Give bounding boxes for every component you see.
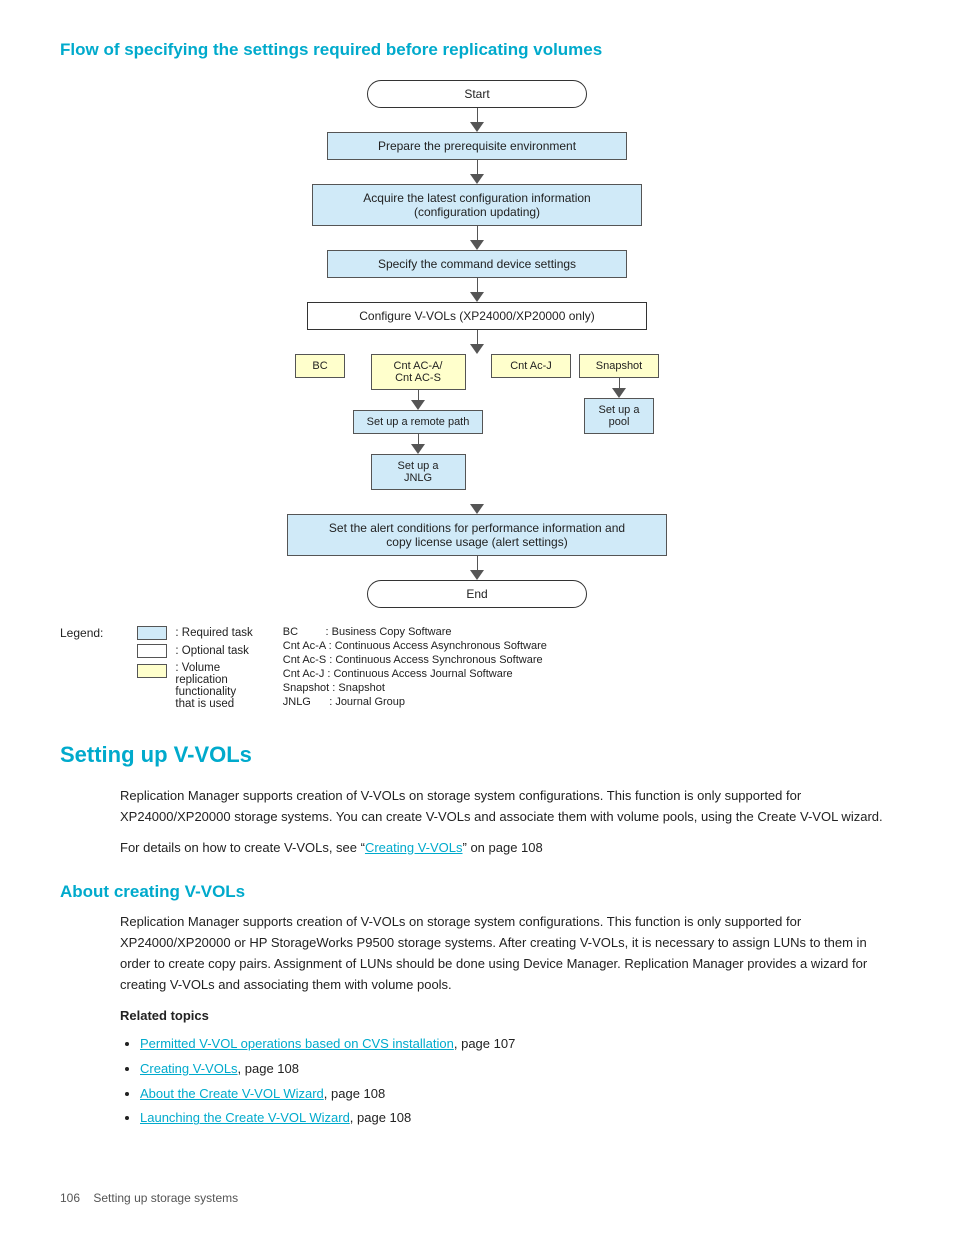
related-item-3: About the Create V-VOL Wizard, page 108 (140, 1082, 894, 1107)
legend-optional: : Optional task (137, 644, 252, 658)
vvols-body2-prefix: For details on how to create V-VOLs, see… (120, 840, 365, 855)
legend-volrep: : Volumereplicationfunctionalitythat is … (137, 662, 252, 710)
cnt-ac-arrow (411, 400, 425, 410)
legend-label: Legend: (60, 626, 103, 710)
arrow-3 (470, 240, 484, 250)
flow-step1: Prepare the prerequisite environment (327, 132, 627, 160)
legend-volrep-box (137, 664, 167, 678)
related-suffix-4: , page 108 (350, 1110, 411, 1125)
legend-def-cnt-ac-a: Cnt Ac-A : Continuous Access Asynchronou… (283, 640, 547, 652)
legend-def-cnt-ac-j: Cnt Ac-J : Continuous Access Journal Sof… (283, 668, 547, 680)
related-suffix-1: , page 107 (454, 1036, 515, 1051)
flow-start: Start (367, 80, 587, 108)
vvols-body2-suffix: ” on page 108 (463, 840, 543, 855)
about-vvols-body: Replication Manager supports creation of… (120, 912, 894, 995)
related-link-1[interactable]: Permitted V-VOL operations based on CVS … (140, 1036, 454, 1051)
arrow-1 (470, 122, 484, 132)
legend-definitions: BC : Business Copy Software Cnt Ac-A : C… (283, 626, 547, 710)
related-item-4: Launching the Create V-VOL Wizard, page … (140, 1106, 894, 1131)
legend-def-jnlg: JNLG : Journal Group (283, 696, 547, 708)
arrow-5 (470, 344, 484, 354)
legend-volrep-label: : Volumereplicationfunctionalitythat is … (175, 662, 236, 710)
flow-cnt-ac: Cnt AC-A/Cnt AC-S (371, 354, 466, 390)
related-link-4[interactable]: Launching the Create V-VOL Wizard (140, 1110, 350, 1125)
arrow-6 (470, 504, 484, 514)
arrow-7 (470, 570, 484, 580)
arrow-line-7 (477, 556, 478, 570)
related-item-1: Permitted V-VOL operations based on CVS … (140, 1032, 894, 1057)
vvols-body2: For details on how to create V-VOLs, see… (120, 838, 894, 859)
arrow-line-5 (477, 330, 478, 344)
related-topics-label: Related topics (120, 1006, 894, 1027)
bc-col: BC (295, 354, 345, 378)
arrow-line-4 (477, 278, 478, 292)
related-link-2[interactable]: Creating V-VOLs (140, 1061, 238, 1076)
legend-optional-label: : Optional task (175, 645, 249, 657)
remote-path-arrow (411, 444, 425, 454)
legend-required-box (137, 626, 167, 640)
vvols-body1: Replication Manager supports creation of… (120, 786, 894, 828)
cnt-ac-col: Cnt AC-A/Cnt AC-S Set up a remote path S… (353, 354, 483, 490)
flow-step2: Acquire the latest configuration informa… (312, 184, 642, 226)
snapshot-col: Snapshot Set up apool (579, 354, 659, 434)
flow-bc: BC (295, 354, 345, 378)
flow-jnlg: Set up aJNLG (371, 454, 466, 490)
arrow-line-2 (477, 160, 478, 174)
arrow-2 (470, 174, 484, 184)
page-footer: 106 Setting up storage systems (60, 1191, 894, 1205)
remote-path-arrow-line (418, 434, 419, 444)
flow-snapshot: Snapshot (579, 354, 659, 378)
flow-end: End (367, 580, 587, 608)
cnt-ac-arrow-line (418, 390, 419, 400)
legend-required: : Required task (137, 626, 252, 640)
related-suffix-3: , page 108 (324, 1086, 385, 1101)
flow-step4: Configure V-VOLs (XP24000/XP20000 only) (307, 302, 647, 330)
cnt-ac-j-col: Cnt Ac-J (491, 354, 571, 378)
flow-remote-path: Set up a remote path (353, 410, 483, 434)
footer-text: Setting up storage systems (93, 1191, 238, 1205)
flow-diagram: Start Prepare the prerequisite environme… (60, 80, 894, 608)
flow-step3: Specify the command device settings (327, 250, 627, 278)
flow-title: Flow of specifying the settings required… (60, 40, 894, 60)
snapshot-arrow-line (619, 378, 620, 388)
legend-required-label: : Required task (175, 627, 252, 639)
legend-def-bc: BC : Business Copy Software (283, 626, 547, 638)
vvols-title: Setting up V-VOLs (60, 742, 894, 768)
about-vvols-title: About creating V-VOLs (60, 882, 894, 902)
legend-optional-box (137, 644, 167, 658)
related-link-3[interactable]: About the Create V-VOL Wizard (140, 1086, 324, 1101)
arrow-4 (470, 292, 484, 302)
related-item-2: Creating V-VOLs, page 108 (140, 1057, 894, 1082)
arrow-line-1 (477, 108, 478, 122)
related-topics-list: Permitted V-VOL operations based on CVS … (140, 1032, 894, 1131)
flow-pool: Set up apool (584, 398, 654, 434)
related-suffix-2: , page 108 (238, 1061, 299, 1076)
branch-row: BC Cnt AC-A/Cnt AC-S Set up a remote pat… (295, 354, 659, 490)
snapshot-arrow (612, 388, 626, 398)
legend-def-snapshot: Snapshot : Snapshot (283, 682, 547, 694)
flow-cnt-ac-j: Cnt Ac-J (491, 354, 571, 378)
vvols-creating-link[interactable]: Creating V-VOLs (365, 840, 463, 855)
legend-items: : Required task : Optional task : Volume… (137, 626, 252, 710)
arrow-line-3 (477, 226, 478, 240)
footer-page: 106 (60, 1191, 80, 1205)
legend-area: Legend: : Required task : Optional task … (60, 626, 894, 710)
flow-step5: Set the alert conditions for performance… (287, 514, 667, 556)
legend-def-cnt-ac-s: Cnt Ac-S : Continuous Access Synchronous… (283, 654, 547, 666)
